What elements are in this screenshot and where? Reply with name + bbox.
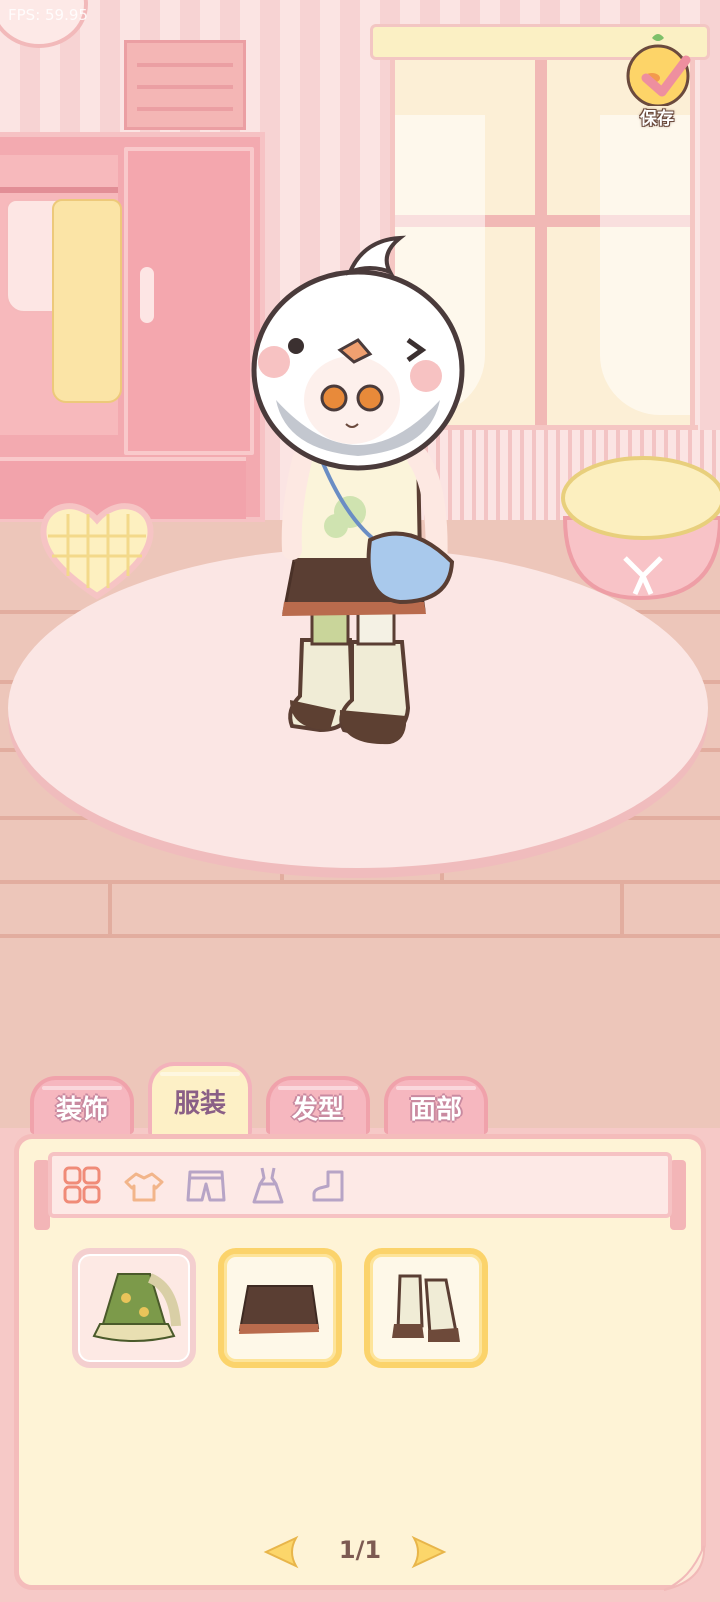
- item-slot-green-dress[interactable]: [72, 1248, 196, 1368]
- tab-label: 面部: [409, 1094, 462, 1125]
- tab-hair[interactable]: 发型: [266, 1076, 370, 1134]
- chick-save-icon: [626, 34, 691, 108]
- shirt-icon[interactable]: [122, 1166, 166, 1206]
- prev-page-arrow-icon[interactable]: [260, 1534, 300, 1570]
- tab-clothing[interactable]: 服装: [148, 1062, 252, 1136]
- page-indicator: 1/1: [338, 1536, 382, 1564]
- grid-icon[interactable]: [60, 1166, 104, 1206]
- next-page-arrow-icon[interactable]: [410, 1534, 450, 1570]
- tab-label: 装饰: [55, 1094, 108, 1125]
- boot-icon[interactable]: [308, 1166, 352, 1206]
- tab-decor[interactable]: 装饰: [30, 1076, 134, 1134]
- hanging-yellow-dress: [52, 199, 122, 403]
- fps-counter: FPS: 59.95: [8, 6, 88, 24]
- tab-label: 服装: [173, 1088, 226, 1119]
- player-avatar[interactable]: [240, 230, 480, 770]
- pink-wardrobe: [0, 132, 265, 522]
- cream-boots-icon: [392, 1274, 460, 1342]
- page-curl-corner: [660, 1540, 708, 1592]
- brown-shorts-icon: [238, 1285, 320, 1334]
- shorts-icon[interactable]: [184, 1166, 228, 1206]
- category-bar-cap: [670, 1160, 686, 1230]
- item-slot-brown-shorts[interactable]: [218, 1248, 342, 1368]
- tab-face[interactable]: 面部: [384, 1076, 488, 1134]
- pagination: 1/1: [260, 1530, 460, 1574]
- green-dress-icon: [92, 1273, 181, 1342]
- save-button[interactable]: 保存: [622, 32, 692, 130]
- item-slot-cream-boots[interactable]: [364, 1248, 488, 1368]
- save-label: 保存: [640, 109, 674, 129]
- dress-icon[interactable]: [246, 1166, 290, 1206]
- wall-shelf-box: [124, 40, 246, 130]
- dressing-room-scene: FPS: 59.95 保存: [0, 0, 720, 1130]
- tab-label: 发型: [291, 1094, 344, 1125]
